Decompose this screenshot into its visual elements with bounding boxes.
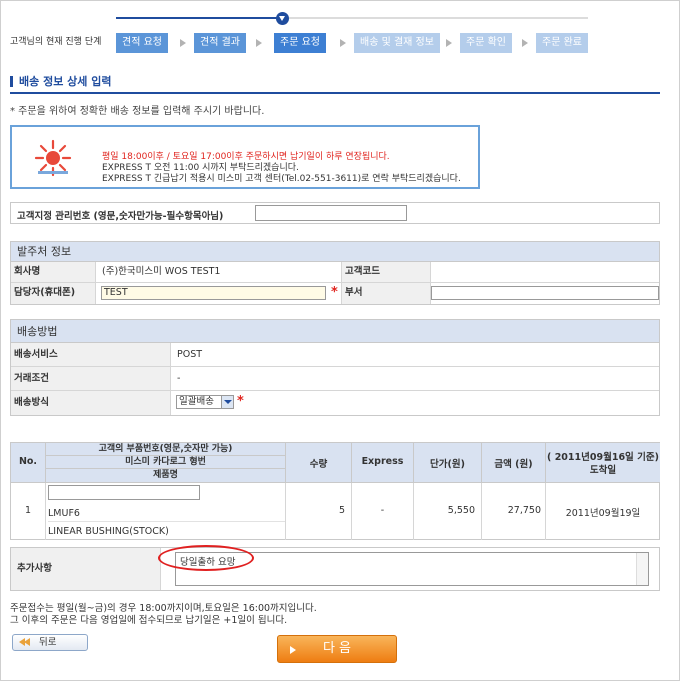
- product-name-value: LINEAR BUSHING(STOCK): [48, 526, 169, 537]
- company-label: 회사명: [11, 262, 96, 282]
- contact-label: 담당자(휴대폰): [11, 283, 96, 304]
- shipping-row-service: 배송서비스 POST: [11, 343, 659, 367]
- items-table: No. 고객의 부품번호(영문,숫자만 가능) 미스미 카다로그 형번 제품명 …: [10, 442, 660, 540]
- service-label: 배송서비스: [11, 343, 171, 366]
- step-order-confirm: 주문 확인: [460, 33, 512, 53]
- arrow-right-icon: [256, 39, 262, 47]
- remarks-label: 추가사항: [11, 548, 161, 590]
- orderer-row-contact: 담당자(휴대폰) TEST * 부서: [11, 283, 659, 304]
- dept-label: 부서: [341, 283, 431, 304]
- step-quote-request: 견적 요청: [116, 33, 168, 53]
- col-unit-price: 단가(원): [414, 443, 482, 483]
- cell-delivery: 2011년09월19일: [565, 508, 641, 519]
- required-mark: *: [237, 394, 244, 409]
- orderer-title: 발주처 정보: [11, 242, 659, 262]
- method-select[interactable]: 일괄배송: [176, 395, 234, 409]
- orderer-table: 발주처 정보 회사명 (주)한국미스미 WOS TEST1 고객코드 담당자(휴…: [10, 241, 660, 305]
- customer-ref-label: 고객지정 관리번호 (영문,숫자만가능-필수항목아님): [17, 211, 224, 222]
- method-label: 배송방식: [11, 391, 171, 415]
- customer-code-label: 고객코드: [341, 262, 431, 282]
- method-select-value: 일괄배송: [179, 396, 214, 407]
- arrow-right-icon: [340, 39, 346, 47]
- customer-code-value: [431, 262, 437, 282]
- col-part-no: 고객의 부품번호(영문,숫자만 가능): [46, 443, 285, 456]
- required-mark: *: [331, 285, 338, 300]
- notice-box: 평일 18:00이후 / 토요일 17:00이후 주문하시면 납기일이 하루 연…: [10, 125, 480, 189]
- cell-unit-price: 5,550: [414, 483, 482, 540]
- step-quote-result: 견적 결과: [194, 33, 246, 53]
- contact-input[interactable]: TEST: [101, 286, 326, 300]
- col-product: 제품명: [153, 470, 178, 480]
- shipping-row-terms: 거래조건 -: [11, 367, 659, 391]
- col-part-info: 고객의 부품번호(영문,숫자만 가능) 미스미 카다로그 형번 제품명: [46, 443, 286, 483]
- col-amount: 금액 (원): [482, 443, 546, 483]
- terms-label: 거래조건: [11, 367, 171, 390]
- back-arrow-icon: [24, 638, 30, 646]
- company-value: (주)한국미스미 WOS TEST1: [102, 266, 221, 277]
- progress-track-active: [116, 17, 282, 19]
- remarks-row: 추가사항 당일출하 요망: [10, 547, 660, 591]
- step-order-request: 주문 요청: [274, 33, 326, 53]
- section-divider: [10, 92, 660, 94]
- chevron-down-icon: [221, 396, 233, 408]
- customer-ref-input[interactable]: [255, 205, 407, 221]
- dept-input[interactable]: [431, 286, 659, 300]
- cell-amount: 27,750: [482, 483, 546, 540]
- col-express: Express: [352, 443, 414, 483]
- shipping-table: 배송방법 배송서비스 POST 거래조건 - 배송방식 일괄배송 *: [10, 319, 660, 416]
- col-no: No.: [11, 443, 46, 483]
- arrow-right-icon: [446, 39, 452, 47]
- arrow-right-icon: [522, 39, 528, 47]
- section-title: 배송 정보 상세 입력: [10, 76, 111, 87]
- step-shipping-payment: 배송 및 결재 정보: [354, 33, 440, 53]
- customer-ref-row: 고객지정 관리번호 (영문,숫자만가능-필수항목아님): [10, 202, 660, 224]
- misumi-no-value: LMUF6: [48, 505, 285, 522]
- cell-express: -: [352, 483, 414, 540]
- orderer-row-company: 회사명 (주)한국미스미 WOS TEST1 고객코드: [11, 262, 659, 283]
- progress-label: 고객님의 현재 진행 단계: [10, 37, 102, 47]
- highlight-circle: [158, 545, 254, 571]
- service-value: POST: [177, 349, 203, 360]
- next-button[interactable]: 다 음: [277, 635, 397, 663]
- cell-part-info: LMUF6 LINEAR BUSHING(STOCK): [46, 483, 286, 540]
- arrow-right-icon: [180, 39, 186, 47]
- intro-text: * 주문을 위하여 정확한 배송 정보를 입력해 주시기 바랍니다.: [10, 106, 265, 117]
- cell-no: 1: [11, 483, 46, 540]
- back-button[interactable]: 뒤로: [12, 634, 88, 651]
- cell-qty: 5: [286, 483, 352, 540]
- col-delivery: ( 2011년09월16일 기준) 도착일: [546, 443, 660, 483]
- back-button-label: 뒤로: [39, 637, 57, 648]
- col-qty: 수량: [286, 443, 352, 483]
- notice-line-contact: EXPRESS T 긴급납기 적용시 미스미 고객 센터(Tel.02-551-…: [102, 174, 461, 184]
- remarks-scrollbar[interactable]: [636, 553, 648, 585]
- current-step-marker-icon: [276, 12, 289, 25]
- sun-icon: [34, 139, 72, 177]
- terms-value: -: [177, 373, 181, 384]
- next-button-label: 다 음: [322, 641, 352, 656]
- shipping-row-method: 배송방식 일괄배송 *: [11, 391, 659, 415]
- part-no-input[interactable]: [48, 485, 200, 500]
- footer-note-2: 그 이후의 주문은 다음 영업일에 접수되므로 납기일은 +1일이 됩니다.: [10, 615, 288, 626]
- step-order-complete: 주문 완료: [536, 33, 588, 53]
- shipping-title: 배송방법: [11, 320, 659, 343]
- col-misumi-no: 미스미 카다로그 형번: [46, 456, 285, 469]
- next-arrow-icon: [290, 646, 296, 654]
